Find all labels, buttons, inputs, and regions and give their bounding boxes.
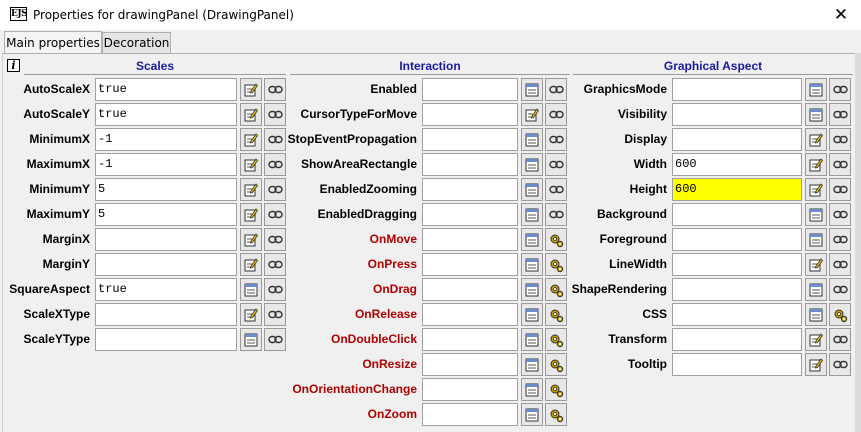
property-label: Tooltip (627, 357, 667, 371)
property-label: LineWidth (609, 257, 667, 271)
property-label: Width (633, 157, 667, 171)
property-label: Transform (608, 332, 667, 346)
edit-value-button[interactable] (521, 403, 543, 426)
link-variable-button[interactable] (829, 278, 851, 301)
property-row-line-width: LineWidth (0, 252, 861, 277)
property-label: OnOrientationChange (292, 382, 417, 396)
edit-value-button[interactable] (805, 253, 827, 276)
edit-value-button[interactable] (521, 378, 543, 401)
property-value-field[interactable] (672, 303, 802, 326)
property-value-field[interactable] (672, 353, 802, 376)
link-variable-button[interactable] (829, 78, 851, 101)
property-row-background: Background (0, 202, 861, 227)
property-row-display: Display (0, 127, 861, 152)
property-label: Background (596, 207, 667, 221)
link-variable-button[interactable] (829, 328, 851, 351)
edit-value-button[interactable] (805, 128, 827, 151)
link-variable-button[interactable] (829, 203, 851, 226)
property-value-field[interactable] (422, 378, 518, 401)
column-header-interaction: Interaction (399, 59, 461, 73)
tab-main-properties[interactable]: Main properties (4, 31, 102, 53)
property-row-width: Width 600 (0, 152, 861, 177)
edit-value-button[interactable] (805, 78, 827, 101)
property-label: Display (624, 132, 667, 146)
info-icon[interactable]: i (7, 59, 20, 72)
property-label: Visibility (617, 107, 667, 121)
property-row-on-zoom: OnZoom (0, 402, 861, 427)
property-row-visibility: Visibility (0, 102, 861, 127)
column-header-graphical-aspect: Graphical Aspect (663, 59, 763, 73)
edit-value-button[interactable] (805, 353, 827, 376)
property-value-field[interactable] (672, 203, 802, 226)
action-editor-button[interactable] (545, 378, 567, 401)
link-variable-button[interactable] (829, 128, 851, 151)
header-divider (290, 74, 570, 75)
property-label: ShapeRendering (571, 282, 667, 296)
property-row-height: Height 600 (0, 177, 861, 202)
link-variable-button[interactable] (829, 253, 851, 276)
property-row-graphics-mode: GraphicsMode (0, 77, 861, 102)
property-label: GraphicsMode (583, 82, 667, 96)
property-label: CSS (642, 307, 667, 321)
link-variable-button[interactable] (829, 353, 851, 376)
property-label: OnZoom (367, 407, 417, 421)
property-row-on-orientation-change: OnOrientationChange (0, 377, 861, 402)
link-variable-button[interactable] (829, 228, 851, 251)
action-editor-button[interactable] (829, 303, 851, 326)
link-variable-button[interactable] (829, 153, 851, 176)
edit-value-button[interactable] (805, 203, 827, 226)
header-divider (573, 74, 853, 75)
property-value-field[interactable] (672, 228, 802, 251)
property-value-field[interactable] (672, 278, 802, 301)
edit-value-button[interactable] (805, 328, 827, 351)
property-row-transform: Transform (0, 327, 861, 352)
tab-decoration[interactable]: Decoration (102, 32, 171, 53)
property-row-shape-rendering: ShapeRendering (0, 277, 861, 302)
header-divider (24, 74, 286, 75)
property-value-field[interactable] (672, 328, 802, 351)
property-value-field[interactable] (672, 78, 802, 101)
property-label: Height (629, 182, 667, 196)
property-row-tooltip: Tooltip (0, 352, 861, 377)
property-value-field[interactable] (422, 403, 518, 426)
action-editor-button[interactable] (545, 403, 567, 426)
close-button[interactable]: ✕ (826, 2, 856, 28)
edit-value-button[interactable] (805, 153, 827, 176)
ejs-app-icon: EJS (10, 7, 28, 21)
property-label: Foreground (599, 232, 667, 246)
property-value-field[interactable] (672, 253, 802, 276)
edit-value-button[interactable] (805, 278, 827, 301)
property-row-css: CSS (0, 302, 861, 327)
close-icon: ✕ (833, 5, 849, 25)
link-variable-button[interactable] (829, 103, 851, 126)
property-value-field[interactable] (672, 103, 802, 126)
edit-value-button[interactable] (805, 178, 827, 201)
property-value-field[interactable]: 600 (672, 153, 802, 176)
edit-value-button[interactable] (805, 103, 827, 126)
property-row-foreground: Foreground (0, 227, 861, 252)
window-title: Properties for drawingPanel (DrawingPane… (33, 8, 294, 22)
property-value-field[interactable] (672, 128, 802, 151)
tab-bar: Main properties Decoration (0, 31, 861, 54)
title-bar: EJS Properties for drawingPanel (Drawing… (0, 0, 861, 30)
link-variable-button[interactable] (829, 178, 851, 201)
column-header-scales: Scales (135, 59, 175, 73)
edit-value-button[interactable] (805, 303, 827, 326)
edit-value-button[interactable] (805, 228, 827, 251)
property-value-field[interactable]: 600 (672, 178, 802, 201)
